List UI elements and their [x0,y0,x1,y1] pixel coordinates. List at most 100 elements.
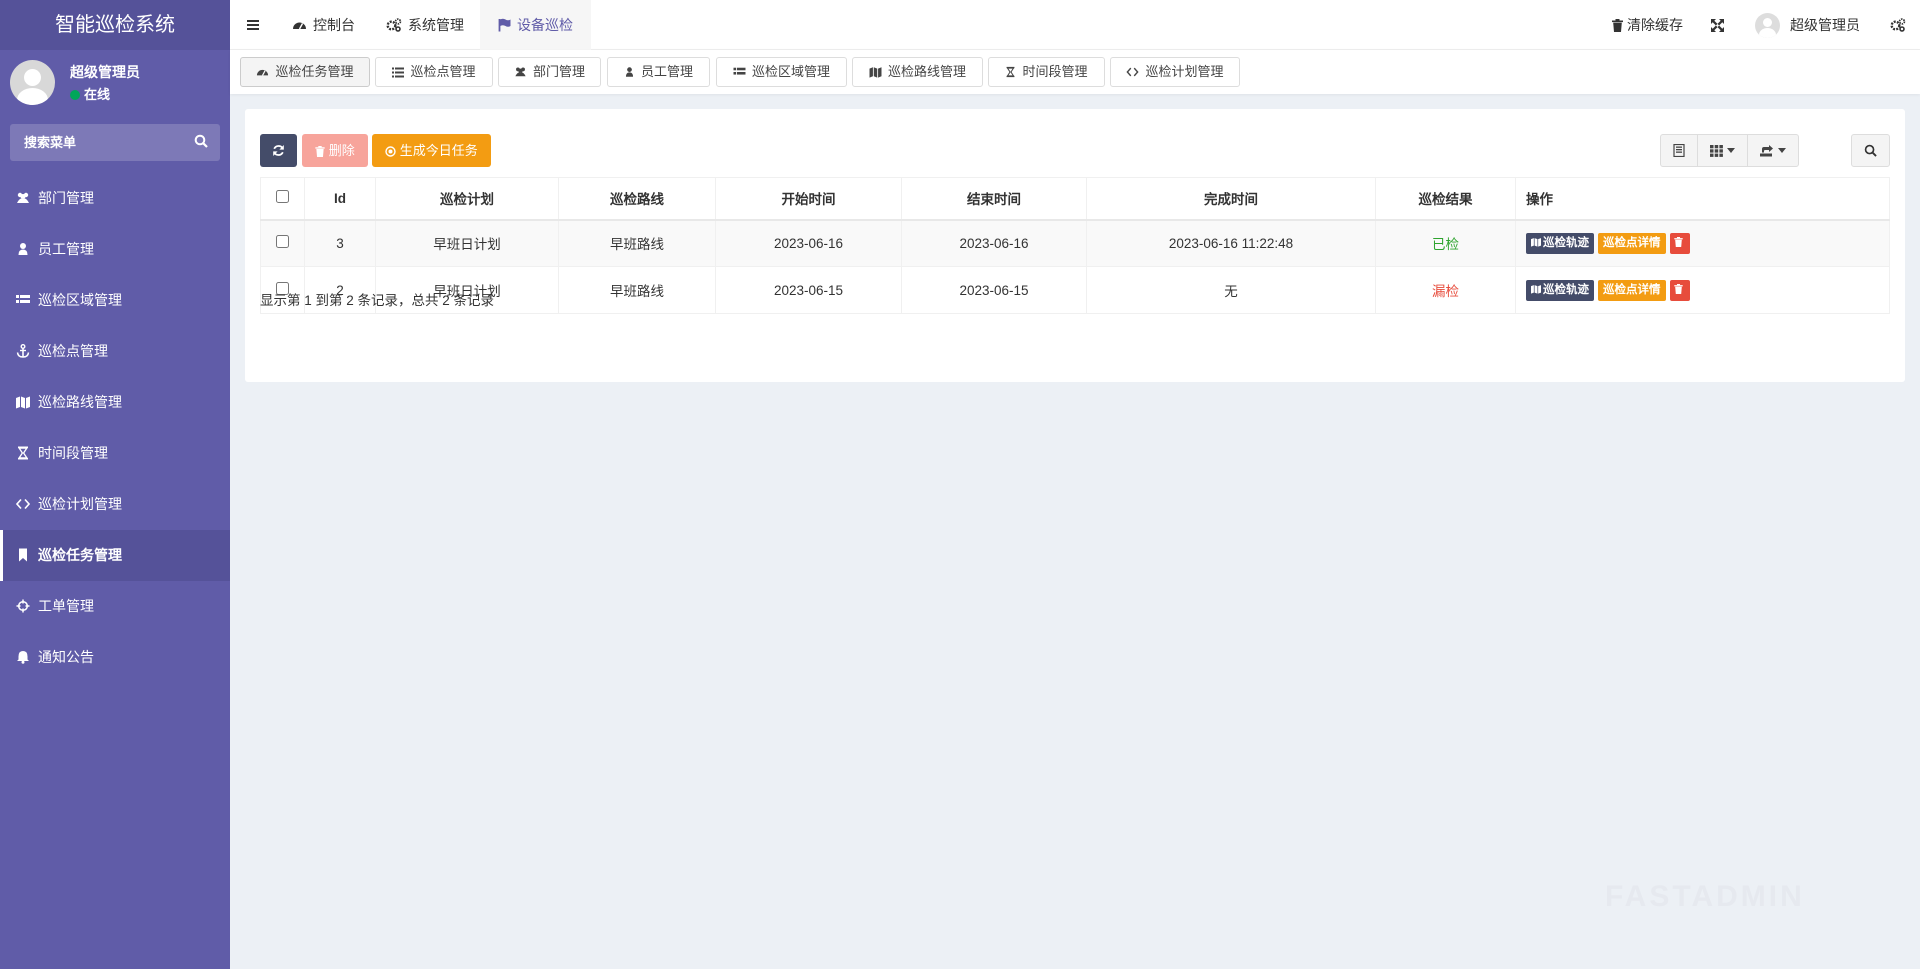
tab-area[interactable]: 巡检区域管理 [716,57,847,87]
nav-system[interactable]: 系统管理 [386,0,464,50]
sidebar-item-label: 巡检路线管理 [38,394,122,410]
sidebar-item-department[interactable]: 部门管理 [0,173,230,224]
sidebar-toggle-button[interactable] [246,0,266,50]
export-dropdown-button[interactable] [1748,135,1798,166]
anchor-icon [16,344,30,358]
cell-finish-time: 2023-06-16 11:22:48 [1086,219,1376,267]
search-menu-input[interactable] [10,124,220,161]
patrol-track-label: 巡检轨迹 [1543,283,1589,296]
sidebar-item-staff[interactable]: 员工管理 [0,224,230,275]
list-icon [392,67,405,78]
sidebar-item-label: 巡检区域管理 [38,292,122,308]
delete-button[interactable]: 删除 [302,134,368,167]
toggle-view-button[interactable] [1661,135,1698,166]
patrol-track-button[interactable]: 巡检轨迹 [1526,232,1594,254]
user-menu[interactable]: 超级管理员 [1755,0,1860,50]
row-delete-button[interactable] [1669,232,1690,254]
generate-today-tasks-button[interactable]: 生成今日任务 [372,134,491,167]
tab-task[interactable]: 巡检任务管理 [240,57,370,87]
col-result[interactable]: 巡检结果 [1375,177,1516,221]
sidebar-item-plan[interactable]: 巡检计划管理 [0,479,230,530]
cell-start-time: 2023-06-15 [715,266,902,314]
sidebar-search [10,124,220,161]
map-icon [869,67,882,78]
clear-cache-button[interactable]: 清除缓存 [1612,0,1683,50]
settings-button[interactable] [1890,0,1912,50]
columns-dropdown-button[interactable] [1698,135,1748,166]
table-tools [1660,134,1799,167]
tab-label: 巡检路线管理 [887,64,966,79]
sidebar-menu: 部门管理 员工管理 巡检区域管理 巡检点管理 巡检路线管理 时间段管理 巡检计划… [0,173,230,683]
sidebar-item-notice[interactable]: 通知公告 [0,632,230,683]
cell-result: 已检 [1375,219,1516,267]
pagination-info: 显示第 1 到第 2 条记录，总共 2 条记录 [260,293,495,308]
search-toggle-button[interactable] [1851,134,1890,167]
select-all-checkbox[interactable] [276,190,289,204]
tab-plan[interactable]: 巡检计划管理 [1110,57,1240,87]
trash-icon [1674,283,1683,294]
tab-label: 巡检区域管理 [751,64,830,79]
expand-icon [1711,19,1724,32]
tab-department[interactable]: 部门管理 [498,57,601,87]
sidebar-item-route[interactable]: 巡检路线管理 [0,377,230,428]
sidebar-item-task[interactable]: 巡检任务管理 [0,530,230,581]
th-list-icon [16,295,30,303]
hourglass-icon [17,446,29,460]
col-route[interactable]: 巡检路线 [558,177,716,221]
nav-dashboard[interactable]: 控制台 [292,0,355,50]
sidebar-item-point[interactable]: 巡检点管理 [0,326,230,377]
cell-operation: 巡检轨迹 巡检点详情 [1515,266,1890,314]
search-icon[interactable] [194,134,208,148]
cell-operation: 巡检轨迹 巡检点详情 [1515,219,1890,267]
sidebar-item-label: 工单管理 [38,598,94,614]
cell-result: 漏检 [1375,266,1516,314]
cogs-icon [386,18,402,32]
row-select-cell [260,219,305,267]
sidebar-item-area[interactable]: 巡检区域管理 [0,275,230,326]
users-icon [515,67,526,77]
col-id[interactable]: Id [304,177,376,221]
tab-label: 部门管理 [532,64,585,79]
tab-timeslot[interactable]: 时间段管理 [988,57,1105,87]
tab-label: 巡检任务管理 [275,64,354,79]
user-status-label: 在线 [84,87,111,102]
tab-label: 巡检点管理 [410,64,476,79]
users-icon [17,192,29,203]
avatar [10,60,55,105]
map-icon [16,396,30,409]
col-start-time[interactable]: 开始时间 [715,177,902,221]
col-plan[interactable]: 巡检计划 [375,177,559,221]
refresh-icon [273,145,284,156]
sidebar-item-label: 时间段管理 [38,445,108,461]
fullscreen-button[interactable] [1711,0,1730,50]
code-icon [1126,67,1140,77]
delete-button-label: 删除 [328,143,355,158]
cell-end-time: 2023-06-15 [901,266,1087,314]
row-delete-button[interactable] [1669,279,1690,301]
patrol-track-button[interactable]: 巡检轨迹 [1526,279,1594,301]
watermark: FASTADMIN [1605,880,1805,913]
sidebar-item-timeslot[interactable]: 时间段管理 [0,428,230,479]
tab-staff[interactable]: 员工管理 [607,57,710,87]
hourglass-icon [1007,66,1015,78]
map-icon [1531,284,1541,294]
caret-down-icon [1778,148,1786,153]
trash-icon [1674,236,1683,247]
point-detail-label: 巡检点详情 [1603,236,1661,249]
code-icon [16,498,30,510]
col-finish-time[interactable]: 完成时间 [1086,177,1376,221]
tab-route[interactable]: 巡检路线管理 [852,57,983,87]
point-detail-button[interactable]: 巡检点详情 [1598,232,1666,254]
col-end-time[interactable]: 结束时间 [901,177,1087,221]
sidebar-item-label: 巡检任务管理 [38,547,122,563]
nav-device-patrol[interactable]: 设备巡检 [480,0,591,50]
point-detail-button[interactable]: 巡检点详情 [1598,279,1666,301]
sidebar-item-workorder[interactable]: 工单管理 [0,581,230,632]
row-checkbox[interactable] [276,235,289,249]
dashboard-icon [257,69,269,76]
cell-end-time: 2023-06-16 [901,219,1087,267]
nav-dashboard-label: 控制台 [313,17,355,33]
app-logo[interactable]: 智能巡检系统 [0,0,230,50]
tab-point[interactable]: 巡检点管理 [375,57,493,87]
refresh-button[interactable] [260,134,297,167]
